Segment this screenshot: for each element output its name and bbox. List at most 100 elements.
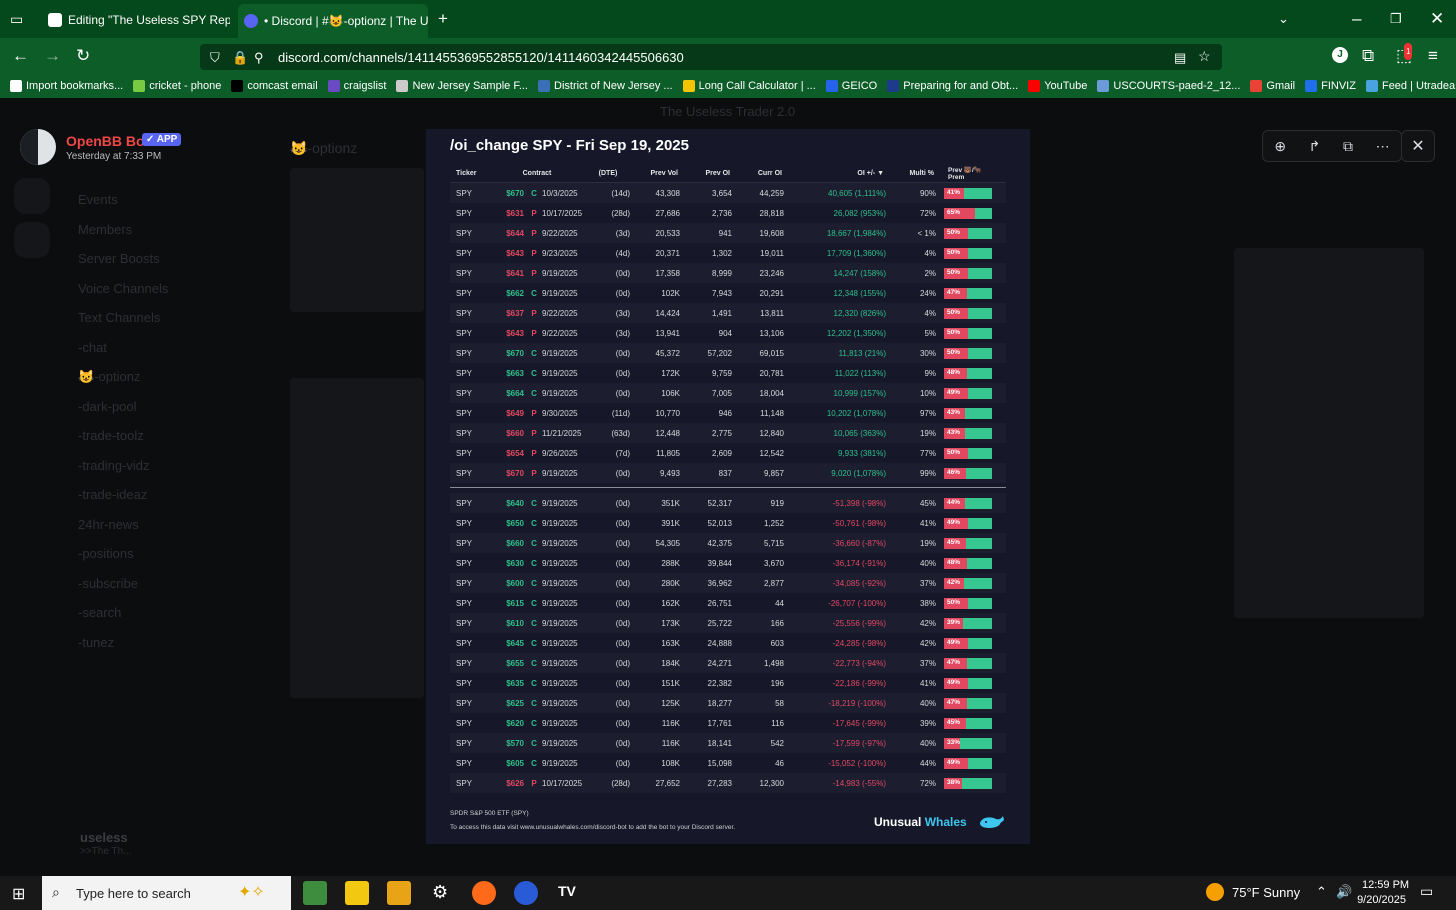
prem-cell: 38% (936, 777, 992, 789)
channel-item[interactable]: -subscribe (78, 576, 138, 591)
bookmark-item[interactable]: USCOURTS-paed-2_12... (1097, 80, 1240, 92)
tradingview-icon[interactable]: TV (558, 883, 576, 899)
expiry-cell: 9/22/2025 (542, 228, 578, 238)
curr-oi-cell: 28,818 (759, 208, 784, 218)
prem-bar: 49% (944, 757, 992, 769)
reload-icon[interactable]: ↻ (76, 47, 90, 64)
bot-name[interactable]: OpenBB Bot (66, 133, 149, 149)
report-title: /oi_change SPY - Fri Sep 19, 2025 (450, 137, 689, 154)
oi-change-cell: -25,556 (-99%) (832, 618, 886, 628)
table-row: SPY $630 C 9/19/2025 (0d) 288K 39,844 3,670 -36,… (450, 553, 1006, 573)
calculator-icon[interactable] (303, 881, 327, 905)
close-viewer-button[interactable]: ✕ (1401, 130, 1435, 162)
prev-oi-cell: 1,491 (711, 308, 732, 318)
multi-cell: 97% (919, 408, 936, 418)
channel-item[interactable]: -chat (78, 340, 107, 355)
bookmark-item[interactable]: cricket - phone (133, 80, 221, 92)
bookmark-item[interactable]: comcast email (231, 80, 318, 92)
expiry-cell: 9/19/2025 (542, 558, 578, 568)
channel-item[interactable]: -search (78, 605, 121, 620)
bookmark-label: GEICO (841, 80, 878, 92)
clock-time[interactable]: 12:59 PM (1362, 879, 1409, 891)
bookmark-item[interactable]: GEICO (825, 80, 878, 92)
strike-cell: $663 (506, 368, 524, 378)
tab-list-icon[interactable]: ▭ (10, 11, 23, 28)
channel-item[interactable]: Server Boosts (78, 251, 160, 266)
clock-date[interactable]: 9/20/2025 (1354, 894, 1406, 906)
channel-item[interactable]: 😺-optionz (78, 369, 140, 385)
bookmark-item[interactable]: YouTube (1028, 80, 1087, 92)
bookmark-star-icon[interactable]: ☆ (1198, 48, 1211, 65)
tab-discord[interactable]: • Discord | #😺-optionz | The U ✕ (238, 4, 428, 38)
bookmark-item[interactable]: Long Call Calculator | ... (682, 80, 816, 92)
new-tab-icon[interactable]: + (438, 10, 448, 27)
channel-item[interactable]: 24hr-news (78, 517, 139, 532)
lock-icon[interactable]: 🔒 (232, 49, 248, 66)
channel-item[interactable]: Events (78, 192, 118, 207)
bookmark-item[interactable]: Feed | Utradea (1365, 80, 1455, 92)
reader-view-icon[interactable]: ▤ (1174, 49, 1186, 66)
extensions-icon[interactable]: ⧉ (1362, 47, 1374, 64)
oi-change-cell: -34,085 (-92%) (832, 578, 886, 588)
shield-icon[interactable]: ⛉ (210, 49, 220, 66)
firefox-icon[interactable] (472, 881, 496, 905)
bookmark-label: cricket - phone (149, 80, 222, 92)
forward-icon[interactable]: ↱ (1309, 138, 1321, 155)
channel-item[interactable]: -trade-toolz (78, 428, 144, 443)
tray-chevron-icon[interactable]: ⌃ (1316, 884, 1327, 900)
bookmark-item[interactable]: Gmail (1250, 80, 1295, 92)
oi-change-cell: -14,983 (-55%) (832, 778, 886, 788)
taskbar-search-input[interactable]: ⌕ Type here to search ✦✧ (42, 876, 291, 910)
settings-icon[interactable]: ⚙ (432, 882, 448, 903)
close-window-icon[interactable]: ✕ (1430, 10, 1444, 27)
prev-oi-cell: 2,775 (711, 428, 732, 438)
curr-oi-cell: 603 (770, 638, 784, 648)
channel-item[interactable]: -trading-vidz (78, 458, 150, 473)
server-icon[interactable] (14, 178, 50, 214)
profile-avatar[interactable]: J (1332, 47, 1348, 63)
tab-editing[interactable]: Editing "The Useless SPY Report ✕ (42, 6, 230, 34)
app-icon[interactable] (514, 881, 538, 905)
weather-text[interactable]: 75°F Sunny (1232, 885, 1300, 900)
restore-icon[interactable]: ❐ (1390, 10, 1402, 27)
channel-item[interactable]: -trade-ideaz (78, 487, 147, 502)
bookmark-item[interactable]: Import bookmarks... (10, 80, 123, 92)
sun-icon (1206, 883, 1224, 901)
volume-icon[interactable]: 🔊 (1336, 884, 1352, 900)
oi-change-cell: 9,020 (1,078%) (831, 468, 886, 478)
bookmark-item[interactable]: New Jersey Sample F... (396, 80, 528, 92)
bookmark-item[interactable]: FINVIZ (1305, 80, 1356, 92)
channel-item[interactable]: -positions (78, 546, 134, 561)
bookmark-item[interactable]: District of New Jersey ... (538, 80, 673, 92)
channel-item[interactable]: Members (78, 222, 132, 237)
prem-cell: 39% (936, 617, 992, 629)
zoom-icon[interactable]: ⊕ (1274, 138, 1286, 155)
avatar[interactable] (20, 129, 56, 165)
notifications-icon[interactable]: ▭ (1420, 883, 1433, 900)
channel-item[interactable]: -dark-pool (78, 399, 137, 414)
back-icon[interactable]: ← (12, 47, 29, 64)
open-external-icon[interactable]: ⧉ (1343, 138, 1353, 155)
file-explorer-icon[interactable] (387, 881, 411, 905)
sticky-notes-icon[interactable] (345, 881, 369, 905)
minimize-icon[interactable]: – (1352, 10, 1361, 27)
channel-item[interactable]: Text Channels (78, 310, 160, 325)
prem-cell: 50% (936, 447, 992, 459)
permissions-icon[interactable]: ⚲ (254, 49, 264, 66)
channel-item[interactable]: Voice Channels (78, 281, 168, 296)
oi-change-cell: 26,082 (953%) (833, 208, 886, 218)
prem-percent: 65% (947, 208, 961, 216)
windows-start-icon[interactable]: ⊞ (12, 884, 25, 904)
server-icon[interactable] (14, 222, 50, 258)
channel-item[interactable]: -tunez (78, 635, 114, 650)
menu-icon[interactable]: ≡ (1428, 47, 1438, 64)
bookmark-item[interactable]: craigslist (327, 80, 386, 92)
chevron-down-icon[interactable]: ⌄ (1278, 10, 1289, 27)
expiry-cell: 9/19/2025 (542, 698, 578, 708)
more-icon[interactable]: ⋯ (1376, 138, 1390, 155)
strike-cell: $670 (506, 468, 524, 478)
bookmark-item[interactable]: Preparing for and Obt... (887, 80, 1018, 92)
url-field[interactable]: ⛉ 🔒 ⚲ discord.com/channels/1411455369552… (200, 44, 1222, 70)
forward-icon[interactable]: → (44, 47, 61, 64)
oi-change-cell: 18,667 (1,984%) (826, 228, 886, 238)
